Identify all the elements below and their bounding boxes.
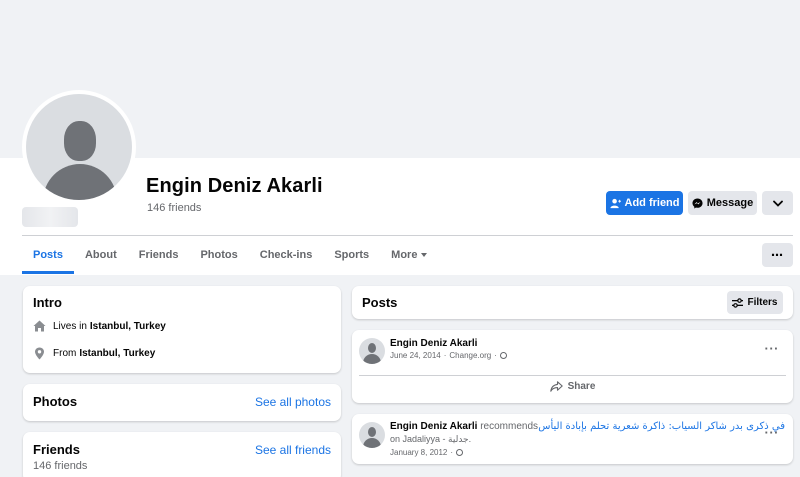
share-icon (549, 381, 563, 392)
location-pin-icon (35, 347, 44, 360)
filters-button[interactable]: Filters (727, 291, 783, 314)
tab-posts[interactable]: Posts (22, 236, 74, 274)
recommendation-source: on Jadaliyya - جدلية. (390, 434, 472, 444)
intro-lives-row: Lives in Istanbul, Turkey (33, 320, 166, 332)
photos-card: Photos See all photos (23, 384, 341, 421)
post-options-icon[interactable]: ··· (765, 341, 780, 356)
post-card: Engin Deniz Akarli recommends في ذكرى بد… (352, 414, 793, 464)
meta-separator: · (443, 351, 447, 360)
post-meta: January 8, 2012 · (390, 448, 464, 457)
tab-sports[interactable]: Sports (323, 236, 380, 274)
post-options-icon[interactable]: ··· (765, 425, 780, 440)
filters-label: Filters (747, 297, 778, 308)
meta-separator: · (450, 448, 454, 457)
chevron-down-icon (772, 200, 783, 207)
post-author[interactable]: Engin Deniz Akarli (390, 421, 477, 432)
recommendation-line: Engin Deniz Akarli recommends في ذكرى بد… (390, 421, 785, 432)
tabs-more-options-button[interactable]: ⋯ (762, 243, 793, 267)
post-avatar[interactable] (359, 338, 385, 364)
recommended-page-link[interactable]: في ذكرى بدر شاكر السياب: ذاكرة شعرية تحل… (538, 421, 785, 432)
posts-header-card: Posts Filters (352, 286, 793, 319)
profile-friends-count[interactable]: 146 friends (147, 202, 201, 214)
post-divider (359, 375, 786, 376)
recommends-verb: recommends (480, 421, 539, 432)
friends-card: Friends See all friends 146 friends (23, 432, 341, 477)
intro-from-prefix: From (53, 348, 77, 359)
post-author[interactable]: Engin Deniz Akarli (390, 338, 477, 349)
post-card: Engin Deniz Akarli June 24, 2014 · Chang… (352, 330, 793, 403)
share-label: Share (567, 381, 596, 392)
add-person-icon (609, 198, 621, 208)
friends-title: Friends (33, 442, 80, 457)
message-button[interactable]: Message (688, 191, 757, 215)
tab-about[interactable]: About (74, 236, 128, 274)
intro-lives-prefix: Lives in (53, 320, 87, 332)
see-all-photos-link[interactable]: See all photos (255, 395, 331, 409)
add-friend-label: Add friend (624, 197, 680, 209)
default-avatar-icon (26, 94, 132, 200)
intro-title: Intro (33, 295, 62, 310)
tab-check-ins[interactable]: Check-ins (249, 236, 324, 274)
more-actions-button[interactable] (762, 191, 793, 215)
post-source: Change.org (449, 351, 492, 360)
filters-icon (732, 297, 744, 308)
intro-lives-place[interactable]: Istanbul, Turkey (90, 321, 166, 332)
tab-more[interactable]: More (380, 236, 438, 274)
post-date[interactable]: June 24, 2014 (390, 351, 441, 360)
home-icon (33, 320, 46, 332)
tab-friends[interactable]: Friends (128, 236, 190, 274)
profile-avatar[interactable] (22, 90, 136, 204)
see-all-friends-link[interactable]: See all friends (255, 443, 331, 457)
post-avatar[interactable] (359, 422, 385, 448)
caret-down-icon (421, 253, 428, 258)
globe-icon (456, 449, 464, 456)
messenger-icon (692, 197, 703, 209)
message-label: Message (706, 197, 754, 209)
post-meta: June 24, 2014 · Change.org · (390, 351, 507, 360)
blurred-chip (22, 207, 78, 227)
photos-title: Photos (33, 394, 78, 409)
share-button[interactable]: Share (352, 381, 793, 392)
intro-card: Intro Lives in Istanbul, Turkey From Ist… (23, 286, 341, 373)
meta-separator: · (494, 351, 497, 360)
add-friend-button[interactable]: Add friend (606, 191, 683, 215)
posts-title: Posts (362, 295, 398, 310)
intro-from-place[interactable]: Istanbul, Turkey (79, 348, 155, 359)
tab-more-label: More (391, 249, 418, 261)
friends-count-sub: 146 friends (33, 460, 88, 472)
intro-from-row: From Istanbul, Turkey (33, 347, 155, 360)
profile-tabs: Posts About Friends Photos Check-ins Spo… (22, 236, 438, 274)
profile-name: Engin Deniz Akarli (146, 175, 323, 197)
globe-icon (499, 352, 507, 359)
post-date[interactable]: January 8, 2012 (390, 448, 447, 457)
tab-photos[interactable]: Photos (189, 236, 248, 274)
